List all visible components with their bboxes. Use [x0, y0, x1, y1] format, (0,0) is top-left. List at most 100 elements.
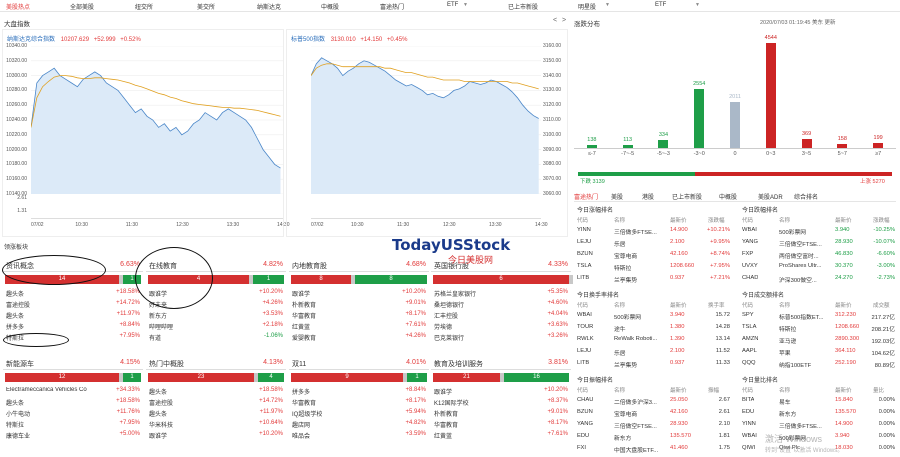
stock-pct: +11.97% [116, 311, 140, 317]
stock-pct: +10.20% [259, 431, 283, 437]
sector-card[interactable]: 内地教育股 4.68% 8 8 跟谁学 +10.20% 朴新教育 +9.01% 华富教育 +8.1… [289, 258, 429, 358]
tab-ipo[interactable]: 已上市新股 [508, 2, 538, 11]
y-tick-label: 3150.00 [543, 57, 562, 64]
dist-bucket-label: 0~3 [766, 151, 776, 157]
sector-stock-row[interactable]: 华富教育 +8.17% [433, 419, 569, 429]
sector-stock-row[interactable]: 新东方 +3.53% [148, 310, 284, 320]
rank-cell: 217.27亿 [871, 315, 895, 321]
sector-stock-row[interactable]: 爱婴教育 +4.26% [291, 332, 427, 342]
sector-stock-row[interactable]: 跟谁学 +10.20% [148, 430, 284, 440]
prev-arrow-icon[interactable]: < [553, 17, 557, 24]
sector-card[interactable]: 教育及培训服务 3.81% 21 16 跟谁学 +10.20% K12国际学校 +8.37% 朴… [431, 356, 571, 456]
sector-stock-row[interactable]: 华米科技 +10.64% [148, 419, 284, 429]
stock-pct: +9.01% [405, 300, 426, 306]
sector-stock-row[interactable]: 华富教育 +8.17% [291, 310, 427, 320]
sector-name: 内地教育股 [292, 263, 327, 270]
rank-tab-futu[interactable]: 富途热门 [574, 192, 598, 201]
stock-pct: +2.18% [262, 322, 283, 328]
sector-stock-row[interactable]: 康德车业 +5.00% [5, 430, 141, 440]
sector-stock-row[interactable]: 红黄蓝 +7.61% [291, 321, 427, 331]
sector-stock-row[interactable]: 朴新教育 +9.01% [291, 299, 427, 309]
rank-cell: WBAI [577, 312, 592, 318]
sector-stock-row[interactable]: 红黄蓝 +7.61% [433, 430, 569, 440]
stock-name: 桑坦德银行 [434, 303, 465, 309]
rank-tab-us[interactable]: 美股 [611, 192, 623, 201]
sector-card[interactable]: 新能源车 4.15% 12 1 Electrameccanica Vehicles Co… [3, 356, 143, 456]
sector-stock-row[interactable]: 苏格兰皇家银行 +5.35% [433, 288, 569, 298]
sector-stock-row[interactable]: 唯品会 +3.59% [291, 430, 427, 440]
rank-tab-adr[interactable]: 美股ADR [758, 192, 783, 201]
rank-col-header: 涨跌幅 [708, 218, 725, 224]
sector-stock-row[interactable]: K12国际学校 +8.37% [433, 397, 569, 407]
rank-tab-ipo[interactable]: 已上市新股 [672, 192, 702, 201]
rank-cell: 500彩票网 [779, 230, 807, 236]
sector-stock-row[interactable]: 跟谁学 +10.20% [433, 386, 569, 396]
chevron-down-icon[interactable]: ▼ [695, 2, 700, 8]
rank-cell: 2.10 [718, 421, 730, 427]
rank-col-header: 名称 [614, 218, 626, 224]
rank-cell: EDU [742, 409, 755, 415]
sector-stock-row[interactable]: 富途控股 +14.72% [148, 397, 284, 407]
stock-name: 劳埃德 [434, 325, 453, 331]
sector-stock-row[interactable]: 富途控股 +14.72% [5, 299, 141, 309]
tab-star[interactable]: 明星股 [578, 2, 596, 11]
rank-cell: 0.00% [878, 397, 895, 403]
sector-stock-row[interactable]: 桑坦德银行 +4.60% [433, 299, 569, 309]
stock-name: 趣头条 [6, 401, 25, 407]
sector-card[interactable]: 英国银行股 4.33% 6 苏格兰皇家银行 +5.35% 桑坦德银行 +4.60% 汇丰控股 +… [431, 258, 573, 358]
rank-tab-china[interactable]: 中概股 [719, 192, 737, 201]
sp500-chart[interactable]: 标普500指数 3130.010 +14.150 +0.45% 3160.00 3… [286, 29, 568, 237]
sector-stock-row[interactable]: 哔哩哔哩 +2.18% [148, 321, 284, 331]
nasdaq-change: +52.999 [93, 37, 116, 43]
sector-stock-row[interactable]: 拼多多 +8.84% [291, 386, 427, 396]
tab-futu[interactable]: 富途热门 [380, 2, 404, 11]
chevron-down-icon[interactable]: ▼ [605, 2, 610, 8]
sector-stock-row[interactable]: 趣头条 +11.97% [148, 408, 284, 418]
y-tick-label: 10340.00 [6, 43, 27, 49]
rank-cell: 苹果 [779, 351, 791, 357]
sector-stock-row[interactable]: 趣店网 +4.82% [291, 419, 427, 429]
watermark-sub: 今日美股网 [448, 255, 494, 265]
tab-nyse[interactable]: 纽交所 [135, 2, 153, 11]
rank-tab-overall[interactable]: 综合排名 [794, 192, 818, 201]
rank-cell: -6.60% [876, 251, 895, 257]
rank-cell: EDU [577, 433, 590, 439]
stock-name: 朴新教育 [434, 412, 459, 418]
rank-tab-hk[interactable]: 港股 [642, 192, 654, 201]
rank-col-header: 名称 [614, 303, 626, 309]
sector-stock-row[interactable]: 趣头条 +11.97% [5, 310, 141, 320]
nasdaq-chart[interactable]: 纳斯达克综合指数 10207.629 +52.999 +0.52% 10340.… [2, 29, 290, 237]
sp500-x-axis: 07/02 10:30 11:30 12:30 13:30 14:30 [311, 222, 548, 230]
sector-stock-row[interactable]: 汇丰控股 +4.04% [433, 310, 569, 320]
tab-etf2[interactable]: ETF [655, 2, 666, 8]
rank-cell: 易车 [779, 400, 791, 406]
sector-stock-row[interactable]: 趣头条 +18.58% [5, 397, 141, 407]
rank-col-header: 最新价 [835, 303, 852, 309]
tab-nasdaq[interactable]: 纳斯达克 [257, 2, 281, 11]
sector-card[interactable]: 双11 4.01% 9 1 拼多多 +8.84% 华富教育 +8.17% IQ超级学校 +5.94… [289, 356, 429, 456]
sector-card[interactable]: 热门中概股 4.13% 23 4 趣头条 +18.58% 富途控股 +14.72% 趣头条 +11… [146, 356, 286, 456]
sector-stock-row[interactable]: 小牛电动 +11.76% [5, 408, 141, 418]
sector-stock-row[interactable]: 朴新教育 +9.01% [433, 408, 569, 418]
sector-stock-row[interactable]: 劳埃德 +3.63% [433, 321, 569, 331]
sector-stock-row[interactable]: 有道 -1.06% [148, 332, 284, 342]
sector-stock-row[interactable]: 华富教育 +8.17% [291, 397, 427, 407]
sector-stock-row[interactable]: IQ超级学校 +5.94% [291, 408, 427, 418]
tab-china[interactable]: 中概股 [321, 2, 339, 11]
tab-hot[interactable]: 美股热点 [6, 2, 30, 11]
tab-etf[interactable]: ETF [447, 2, 458, 8]
stock-name: K12国际学校 [434, 401, 469, 407]
sector-stock-row[interactable]: 特斯拉 +7.95% [5, 419, 141, 429]
y-tick-label: 10160.00 [6, 176, 27, 183]
sp500-y-axis: 3160.00 3150.00 3140.00 3130.00 3120.00 3110.… [541, 43, 569, 204]
sector-stock-row[interactable]: 跟谁学 +10.20% [291, 288, 427, 298]
tab-all[interactable]: 全部美股 [70, 2, 94, 11]
sector-stock-row[interactable]: 趣头条 +18.58% [148, 386, 284, 396]
sector-stock-row[interactable]: 趣头条 +18.58% [5, 288, 141, 298]
sector-stock-row[interactable]: 拼多多 +8.84% [5, 321, 141, 331]
tab-amex[interactable]: 美交所 [197, 2, 215, 11]
sector-stock-row[interactable]: 巴克莱银行 +3.26% [433, 332, 569, 342]
sector-stock-row[interactable]: Electrameccanica Vehicles Co +34.33% [5, 386, 141, 396]
next-arrow-icon[interactable]: > [562, 17, 566, 24]
chevron-down-icon[interactable]: ▼ [463, 2, 468, 8]
